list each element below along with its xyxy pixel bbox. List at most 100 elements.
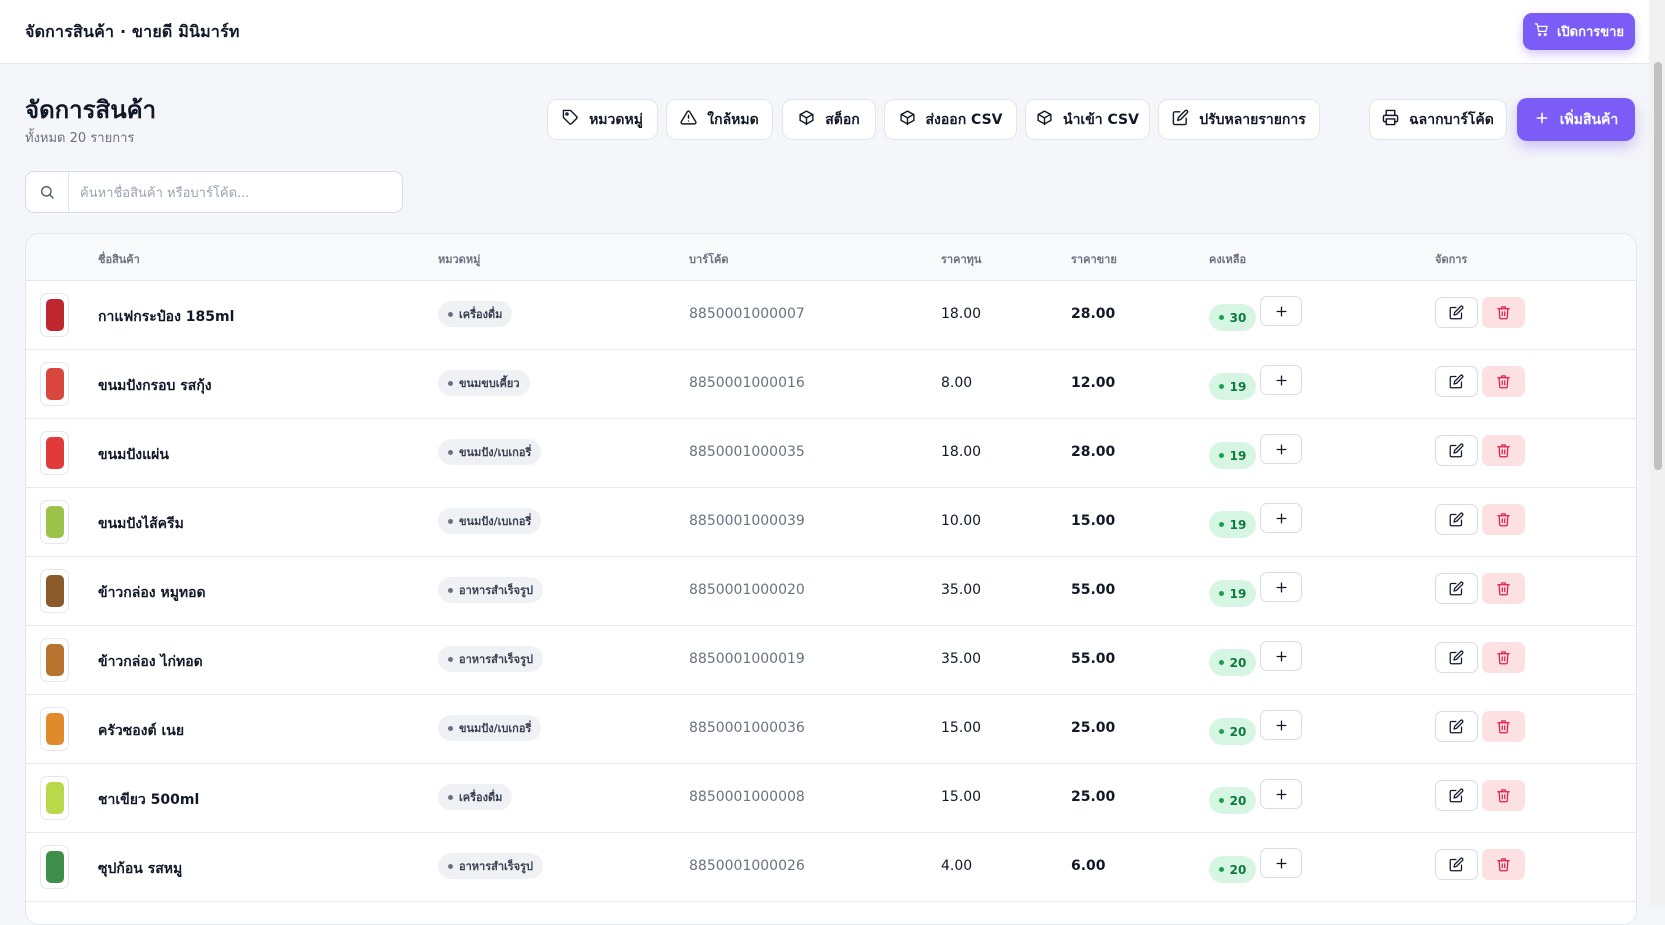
dot-icon — [1218, 315, 1224, 320]
add-stock-button[interactable] — [1260, 710, 1302, 740]
trash-icon — [1497, 789, 1510, 803]
plus-icon — [1276, 375, 1286, 385]
header-category: หมวดหมู่ — [438, 253, 481, 266]
category-badge: ขนมขบเคี้ยว — [438, 370, 530, 396]
plus-icon — [1276, 444, 1286, 454]
product-name: ซุปก้อน รสหมู — [98, 861, 183, 877]
search-input[interactable] — [78, 181, 392, 205]
add-stock-button[interactable] — [1260, 641, 1302, 671]
edit-button[interactable] — [1435, 366, 1478, 397]
delete-button[interactable] — [1482, 711, 1525, 742]
product-image — [45, 368, 64, 400]
delete-button[interactable] — [1482, 780, 1525, 811]
edit-button[interactable] — [1435, 711, 1478, 742]
category-label: อาหารสำเร็จรูป — [459, 653, 534, 666]
delete-button[interactable] — [1482, 504, 1525, 535]
header-stock: คงเหลือ — [1209, 253, 1247, 266]
product-image — [45, 575, 64, 607]
sell-price: 12.00 — [1071, 375, 1116, 391]
open-pos-button[interactable]: เปิดการขาย — [1523, 13, 1635, 50]
add-stock-button[interactable] — [1260, 296, 1302, 326]
stock-count: 20 — [1229, 655, 1247, 670]
cost-price: 10.00 — [941, 513, 982, 529]
scrollbar-thumb[interactable] — [1654, 62, 1662, 470]
dot-icon — [1218, 660, 1224, 665]
trash-icon — [1497, 858, 1510, 872]
edit-button[interactable] — [1435, 297, 1478, 328]
add-stock-button[interactable] — [1260, 503, 1302, 533]
delete-button[interactable] — [1482, 573, 1525, 604]
edit-button[interactable] — [1435, 780, 1478, 811]
sell-price: 6.00 — [1071, 858, 1106, 874]
barcode-label-text: ฉลากบาร์โค้ด — [1409, 111, 1494, 128]
dot-icon — [448, 656, 453, 662]
category-label: อาหารสำเร็จรูป — [459, 860, 534, 873]
product-thumbnail — [40, 362, 69, 406]
delete-button[interactable] — [1482, 366, 1525, 397]
stock-count: 30 — [1229, 310, 1247, 325]
stock-button[interactable]: สต็อก — [782, 99, 876, 140]
add-product-button[interactable]: เพิ่มสินค้า — [1517, 98, 1635, 141]
header-barcode: บาร์โค้ด — [689, 253, 729, 266]
add-stock-button[interactable] — [1260, 779, 1302, 809]
dot-icon — [1218, 729, 1224, 734]
cost-price: 35.00 — [941, 651, 982, 667]
plus-icon — [1276, 720, 1286, 730]
edit-button[interactable] — [1435, 504, 1478, 535]
delete-button[interactable] — [1482, 642, 1525, 673]
product-thumbnail — [40, 638, 69, 682]
category-badge: ขนมปัง/เบเกอรี่ — [438, 439, 542, 465]
add-product-label: เพิ่มสินค้า — [1559, 111, 1619, 128]
cost-price: 18.00 — [941, 306, 982, 322]
delete-button[interactable] — [1482, 297, 1525, 328]
table-row: ซุปก้อน รสหมู อาหารสำเร็จรูป 8850001000026… — [26, 832, 1636, 902]
category-badge: อาหารสำเร็จรูป — [438, 853, 544, 879]
categories-button[interactable]: หมวดหมู่ — [547, 99, 658, 140]
top-bar: จัดการสินค้า · ขายดี มินิมาร์ท เปิดการขา… — [0, 0, 1649, 64]
stock-badge: 20 — [1209, 856, 1256, 883]
bulk-edit-button[interactable]: ปรับหลายรายการ — [1158, 99, 1320, 140]
dot-icon — [448, 794, 453, 800]
product-image — [45, 713, 64, 745]
stock-badge: 30 — [1209, 304, 1256, 331]
plus-icon — [1534, 110, 1550, 130]
edit-button[interactable] — [1435, 849, 1478, 880]
dot-icon — [448, 311, 453, 317]
add-stock-button[interactable] — [1260, 434, 1302, 464]
trash-icon — [1497, 582, 1510, 596]
add-stock-button[interactable] — [1260, 848, 1302, 878]
edit-button[interactable] — [1435, 573, 1478, 604]
delete-button[interactable] — [1482, 849, 1525, 880]
edit-icon — [1449, 305, 1464, 320]
cost-price: 8.00 — [941, 375, 973, 391]
edit-button[interactable] — [1435, 435, 1478, 466]
delete-button[interactable] — [1482, 435, 1525, 466]
stock-badge: 20 — [1209, 649, 1256, 676]
product-image — [45, 644, 64, 676]
sell-price: 55.00 — [1071, 582, 1116, 598]
low-stock-button[interactable]: ใกล้หมด — [666, 99, 773, 140]
header-cost: ราคาทุน — [941, 253, 982, 266]
barcode: 8850001000019 — [689, 651, 805, 667]
table-row: ข้าวกล่อง ไก่ทอด อาหารสำเร็จรูป 8850001000… — [26, 625, 1636, 695]
add-stock-button[interactable] — [1260, 572, 1302, 602]
export-csv-button[interactable]: ส่งออก CSV — [884, 99, 1017, 140]
table-row: กาแฟกระป๋อง 185ml เครื่องดื่ม 885000100000… — [26, 280, 1636, 350]
product-image — [45, 782, 64, 814]
edit-icon — [1449, 650, 1464, 665]
edit-button[interactable] — [1435, 642, 1478, 673]
plus-icon — [1276, 513, 1286, 523]
category-badge: เครื่องดื่ม — [438, 784, 513, 810]
add-stock-button[interactable] — [1260, 365, 1302, 395]
import-csv-button[interactable]: นำเข้า CSV — [1025, 99, 1150, 140]
trash-icon — [1497, 720, 1510, 734]
dot-icon — [1218, 591, 1224, 596]
table-row: ครัวซองต์ เนย ขนมปัง/เบเกอรี่ 885000100003… — [26, 694, 1636, 764]
tag-icon — [562, 109, 579, 130]
trash-icon — [1497, 306, 1510, 320]
search-box[interactable] — [25, 171, 403, 213]
barcode-label-button[interactable]: ฉลากบาร์โค้ด — [1369, 99, 1507, 140]
cart-icon — [1534, 22, 1549, 41]
dot-icon — [448, 449, 453, 455]
product-image — [45, 851, 64, 883]
